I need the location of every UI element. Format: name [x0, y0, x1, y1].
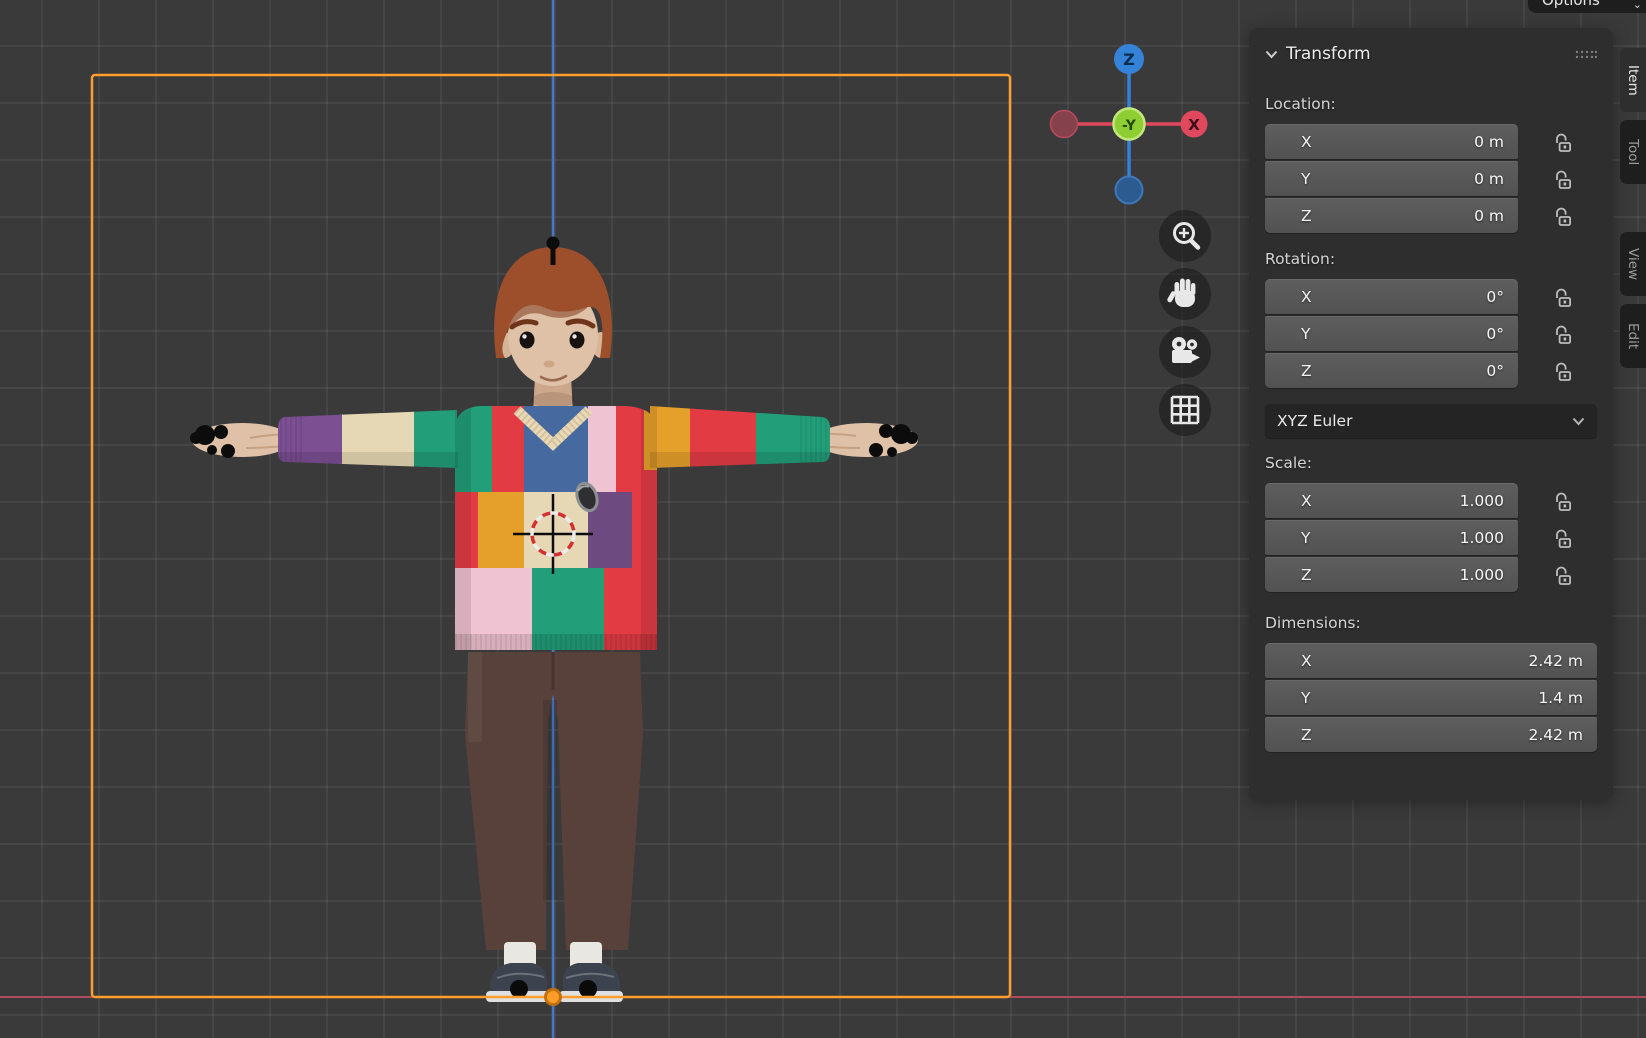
field-value: 0 m — [1474, 170, 1518, 188]
gizmo-x-label: X — [1188, 116, 1200, 134]
gizmo-z-label: Z — [1123, 50, 1135, 69]
scale-y-field[interactable]: Y 1.000 — [1265, 520, 1518, 555]
field-value: 2.42 m — [1528, 726, 1597, 744]
location-y-field[interactable]: Y 0 m — [1265, 161, 1518, 196]
tab-view[interactable]: View — [1620, 232, 1646, 296]
panel-grip-icon[interactable] — [1575, 49, 1597, 60]
rotation-y-field[interactable]: Y 0° — [1265, 316, 1518, 351]
lock-icon[interactable] — [1551, 316, 1574, 353]
pan-hand-icon[interactable] — [1159, 268, 1211, 320]
field-axis: Y — [1265, 529, 1310, 547]
field-axis: Y — [1265, 689, 1310, 707]
field-value: 1.000 — [1460, 492, 1518, 510]
lock-icon[interactable] — [1551, 124, 1574, 161]
dimensions-x-field[interactable]: X 2.42 m — [1265, 643, 1597, 678]
scale-z-field[interactable]: Z 1.000 — [1265, 557, 1518, 592]
transform-panel: Transform Location: X 0 m Y 0 m — [1249, 28, 1613, 800]
tab-tool[interactable]: Tool — [1620, 120, 1646, 184]
gizmo-neg-y-label: -Y — [1122, 118, 1137, 134]
field-value: 0° — [1486, 362, 1518, 380]
field-value: 0° — [1486, 288, 1518, 306]
field-value: 2.42 m — [1528, 652, 1597, 670]
field-axis: Y — [1265, 170, 1310, 188]
transform-panel-header: Transform — [1265, 41, 1597, 67]
field-axis: Z — [1265, 207, 1312, 225]
lock-icon[interactable] — [1551, 198, 1574, 235]
field-axis: Y — [1265, 325, 1310, 343]
panel-collapse-icon[interactable] — [1265, 50, 1278, 59]
chevron-down-icon: ⌄ — [1633, 0, 1642, 11]
field-axis: X — [1265, 652, 1312, 670]
field-axis: X — [1265, 492, 1312, 510]
scale-x-field[interactable]: X 1.000 — [1265, 483, 1518, 518]
grid-icon[interactable] — [1159, 384, 1211, 436]
rotation-z-field[interactable]: Z 0° — [1265, 353, 1518, 388]
field-value: 0° — [1486, 325, 1518, 343]
viewport-controls — [1159, 210, 1211, 436]
lock-icon[interactable] — [1551, 161, 1574, 198]
field-value: 0 m — [1474, 133, 1518, 151]
gizmo-neg-z-ball[interactable] — [1116, 177, 1143, 204]
tab-item[interactable]: Item — [1620, 48, 1646, 112]
gizmo-neg-x-ball[interactable] — [1051, 111, 1078, 138]
character-model[interactable] — [190, 237, 918, 1003]
location-x-field[interactable]: X 0 m — [1265, 124, 1518, 159]
lock-icon[interactable] — [1551, 520, 1574, 557]
field-axis: Z — [1265, 362, 1312, 380]
tab-edit[interactable]: Edit — [1620, 304, 1646, 368]
lock-icon[interactable] — [1551, 557, 1574, 594]
field-axis: X — [1265, 133, 1312, 151]
rotation-x-field[interactable]: X 0° — [1265, 279, 1518, 314]
location-label: Location: — [1265, 95, 1597, 113]
left-hand — [190, 423, 292, 458]
field-axis: Z — [1265, 726, 1312, 744]
navigation-gizmo[interactable]: Z X -Y — [1051, 44, 1208, 204]
rotation-mode-dropdown[interactable]: XYZ Euler — [1265, 404, 1597, 438]
lock-icon[interactable] — [1551, 353, 1574, 390]
options-dropdown[interactable]: Options ⌄ — [1528, 0, 1646, 13]
camera-icon[interactable] — [1159, 326, 1211, 378]
dimensions-z-field[interactable]: Z 2.42 m — [1265, 717, 1597, 752]
chevron-down-icon — [1572, 417, 1585, 426]
object-origin-dot — [546, 990, 561, 1005]
scale-label: Scale: — [1265, 454, 1597, 472]
field-value: 1.000 — [1460, 529, 1518, 547]
field-value: 1.000 — [1460, 566, 1518, 584]
zoom-icon[interactable] — [1159, 210, 1211, 262]
lock-icon[interactable] — [1551, 483, 1574, 520]
lock-icon[interactable] — [1551, 279, 1574, 316]
panel-title: Transform — [1286, 44, 1371, 64]
location-z-field[interactable]: Z 0 m — [1265, 198, 1518, 233]
options-label: Options — [1542, 0, 1600, 9]
blender-3d-viewport: Z X -Y — [0, 0, 1646, 1038]
rotation-mode-value: XYZ Euler — [1277, 412, 1352, 430]
field-axis: X — [1265, 288, 1312, 306]
field-value: 0 m — [1474, 207, 1518, 225]
field-axis: Z — [1265, 566, 1312, 584]
field-value: 1.4 m — [1538, 689, 1597, 707]
dimensions-label: Dimensions: — [1265, 614, 1597, 632]
rotation-label: Rotation: — [1265, 250, 1597, 268]
dimensions-y-field[interactable]: Y 1.4 m — [1265, 680, 1597, 715]
